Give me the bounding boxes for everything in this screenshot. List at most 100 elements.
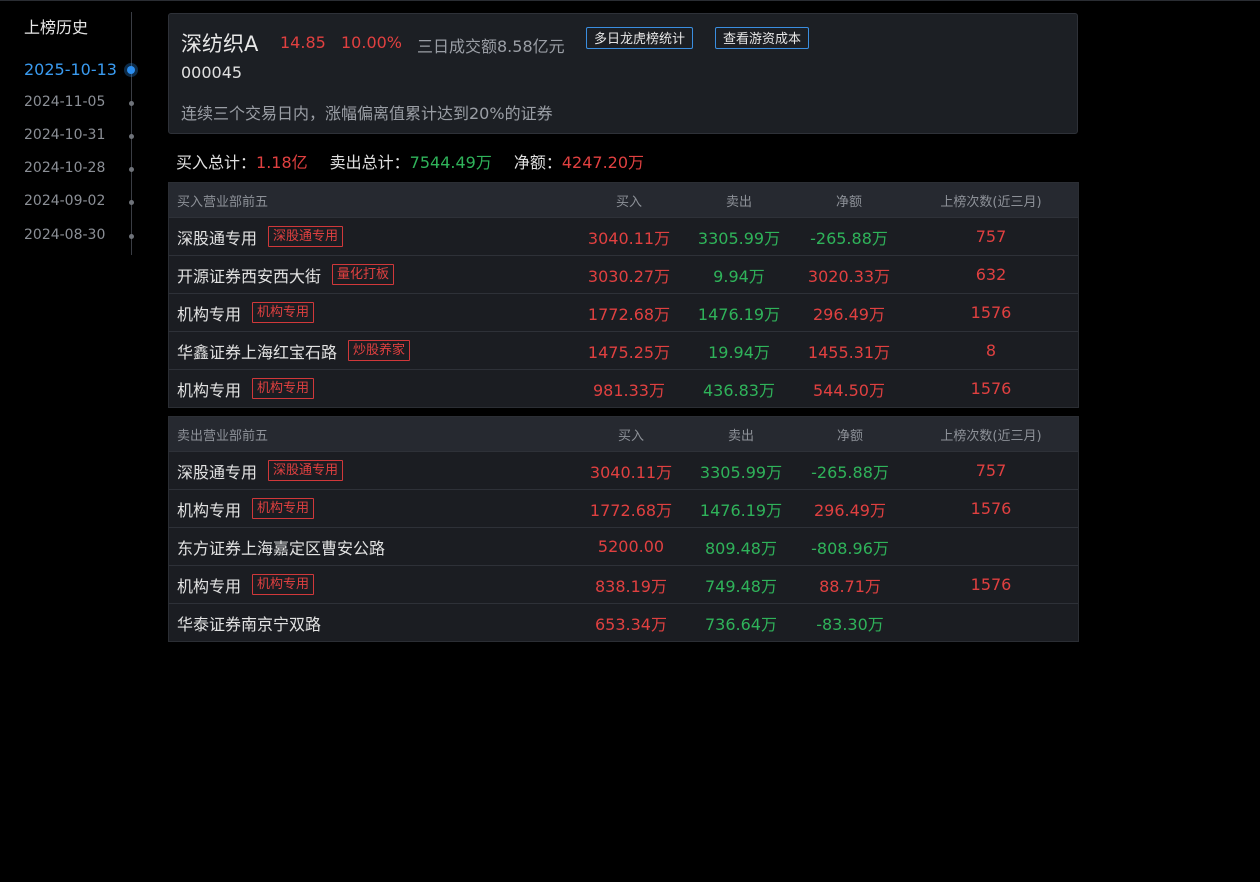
header-count: 上榜次数(近三月) [940, 194, 1042, 210]
header-net: 净额 [836, 428, 863, 444]
broker-tag-badge: 深股通专用 [268, 460, 344, 481]
table-row[interactable]: 机构专用 机构专用 1772.68万 1476.19万 296.49万 1576 [169, 293, 1078, 331]
sell-amount: 1476.19万 [699, 500, 783, 520]
broker-tag-badge: 深股通专用 [268, 226, 344, 247]
three-day-turnover: 三日成交额8.58亿元 [417, 37, 565, 56]
net-amount: 544.50万 [813, 380, 885, 400]
broker-name[interactable]: 机构专用 [177, 301, 241, 325]
table-body: 深股通专用 深股通专用 3040.11万 3305.99万 -265.88万 757 机构专… [169, 451, 1078, 641]
net-amount: -808.96万 [811, 538, 889, 558]
history-date-label: 2024-10-28 [24, 160, 106, 176]
history-date-item[interactable]: 2024-09-02 [24, 193, 139, 215]
broker-tag-badge: 机构专用 [252, 302, 315, 323]
sell-amount: 19.94万 [708, 342, 770, 362]
broker-tag-badge: 机构专用 [252, 378, 315, 399]
table-row[interactable]: 华鑫证券上海红宝石路 炒股养家 1475.25万 19.94万 1455.31万 8 [169, 331, 1078, 369]
multi-day-stats-button[interactable]: 多日龙虎榜统计 [586, 27, 694, 49]
net-amount: 296.49万 [813, 304, 885, 324]
timeline-dot-icon [129, 200, 134, 205]
broker-cell: 机构专用 机构专用 [177, 294, 315, 331]
broker-cell: 华泰证券南京宁双路 [177, 604, 321, 641]
broker-tag-badge: 机构专用 [252, 574, 315, 595]
history-date-item[interactable]: 2024-11-05 [24, 94, 139, 116]
broker-cell: 深股通专用 深股通专用 [177, 218, 344, 255]
header-count: 上榜次数(近三月) [940, 428, 1042, 444]
timeline-dot-icon [129, 167, 134, 172]
sell-amount: 749.48万 [705, 576, 777, 596]
table-row[interactable]: 机构专用 机构专用 981.33万 436.83万 544.50万 1576 [169, 369, 1078, 407]
header-sell: 卖出 [727, 428, 754, 444]
net-total-value: 4247.20万 [561, 153, 645, 172]
broker-cell: 机构专用 机构专用 [177, 370, 315, 407]
header-sell: 卖出 [725, 194, 752, 210]
totals-summary: 买入总计：1.18亿 卖出总计：7544.49万 净额：4247.20万 [176, 149, 644, 173]
net-amount: 88.71万 [819, 576, 881, 596]
buy-amount: 1772.68万 [587, 304, 671, 324]
history-date-label: 2024-08-30 [24, 227, 106, 243]
table-body: 深股通专用 深股通专用 3040.11万 3305.99万 -265.88万 757 开源证… [169, 217, 1078, 407]
table-row[interactable]: 深股通专用 深股通专用 3040.11万 3305.99万 -265.88万 757 [169, 217, 1078, 255]
history-date-label: 2024-11-05 [24, 94, 106, 110]
buy-amount: 3040.11万 [587, 228, 671, 248]
buy-amount: 838.19万 [595, 576, 667, 596]
buy-total-label: 买入总计： [176, 153, 257, 172]
list-count [921, 528, 1061, 565]
buy-amount: 3040.11万 [589, 462, 673, 482]
table-row[interactable]: 华泰证券南京宁双路 653.34万 736.64万 -83.30万 [169, 603, 1078, 641]
list-count: 1576 [970, 303, 1012, 322]
broker-tag-badge: 机构专用 [252, 498, 315, 519]
sell-amount: 736.64万 [705, 614, 777, 634]
listing-reason: 连续三个交易日内，涨幅偏离值累计达到20%的证券 [181, 104, 553, 123]
header-net: 净额 [835, 194, 862, 210]
timeline-dot-icon [129, 134, 134, 139]
buy-amount: 1772.68万 [589, 500, 673, 520]
broker-name[interactable]: 华鑫证券上海红宝石路 [177, 339, 337, 363]
sell-amount: 809.48万 [705, 538, 777, 558]
list-count: 632 [975, 265, 1007, 284]
history-date-item[interactable]: 2024-08-30 [24, 227, 139, 249]
buy-total-value: 1.18亿 [256, 153, 308, 172]
table-row[interactable]: 开源证券西安西大街 量化打板 3030.27万 9.94万 3020.33万 632 [169, 255, 1078, 293]
sell-amount: 436.83万 [703, 380, 775, 400]
net-amount: -83.30万 [816, 614, 884, 634]
list-count: 757 [975, 227, 1007, 246]
broker-name[interactable]: 深股通专用 [177, 225, 257, 249]
stock-change-percent: 10.00% [341, 33, 403, 52]
table-row[interactable]: 机构专用 机构专用 838.19万 749.48万 88.71万 1576 [169, 565, 1078, 603]
table-row[interactable]: 东方证券上海嘉定区曹安公路 5200.00 809.48万 -808.96万 [169, 527, 1078, 565]
history-date-label: 2024-09-02 [24, 193, 106, 209]
history-date-item[interactable]: 2024-10-28 [24, 160, 139, 182]
header-buy: 买入 [617, 428, 644, 444]
header-name: 卖出营业部前五 [177, 428, 269, 444]
net-amount: 3020.33万 [807, 266, 891, 286]
broker-name[interactable]: 华泰证券南京宁双路 [177, 611, 321, 635]
broker-cell: 华鑫证券上海红宝石路 炒股养家 [177, 332, 411, 369]
broker-name[interactable]: 深股通专用 [177, 459, 257, 483]
sell-total-label: 卖出总计： [329, 153, 410, 172]
broker-tag-badge: 炒股养家 [348, 340, 411, 361]
timeline-dot-icon [129, 101, 134, 106]
sidebar-title: 上榜历史 [24, 18, 89, 37]
table-header: 卖出营业部前五 买入 卖出 净额 上榜次数(近三月) [169, 417, 1078, 451]
list-count: 1576 [970, 499, 1012, 518]
buy-amount: 5200.00 [597, 537, 665, 556]
buy-amount: 653.34万 [595, 614, 667, 634]
top-divider [0, 0, 1260, 1]
history-date-label: 2024-10-31 [24, 127, 106, 143]
history-date-item[interactable]: 2024-10-31 [24, 127, 139, 149]
table-row[interactable]: 深股通专用 深股通专用 3040.11万 3305.99万 -265.88万 757 [169, 451, 1078, 489]
broker-cell: 东方证券上海嘉定区曹安公路 [177, 528, 385, 565]
broker-name[interactable]: 东方证券上海嘉定区曹安公路 [177, 535, 385, 559]
table-row[interactable]: 机构专用 机构专用 1772.68万 1476.19万 296.49万 1576 [169, 489, 1078, 527]
table-header: 买入营业部前五 买入 卖出 净额 上榜次数(近三月) [169, 183, 1078, 217]
broker-name[interactable]: 开源证券西安西大街 [177, 263, 321, 287]
broker-name[interactable]: 机构专用 [177, 497, 241, 521]
broker-name[interactable]: 机构专用 [177, 377, 241, 401]
net-amount: -265.88万 [810, 228, 888, 248]
history-sidebar: 上榜历史 2025-10-13 2024-11-05 2024-10-31 2024-… [0, 0, 150, 260]
broker-name[interactable]: 机构专用 [177, 573, 241, 597]
history-date-item[interactable]: 2025-10-13 [24, 60, 139, 82]
net-amount: -265.88万 [811, 462, 889, 482]
hot-money-cost-button[interactable]: 查看游资成本 [715, 27, 810, 49]
timeline-dot-icon [129, 234, 134, 239]
